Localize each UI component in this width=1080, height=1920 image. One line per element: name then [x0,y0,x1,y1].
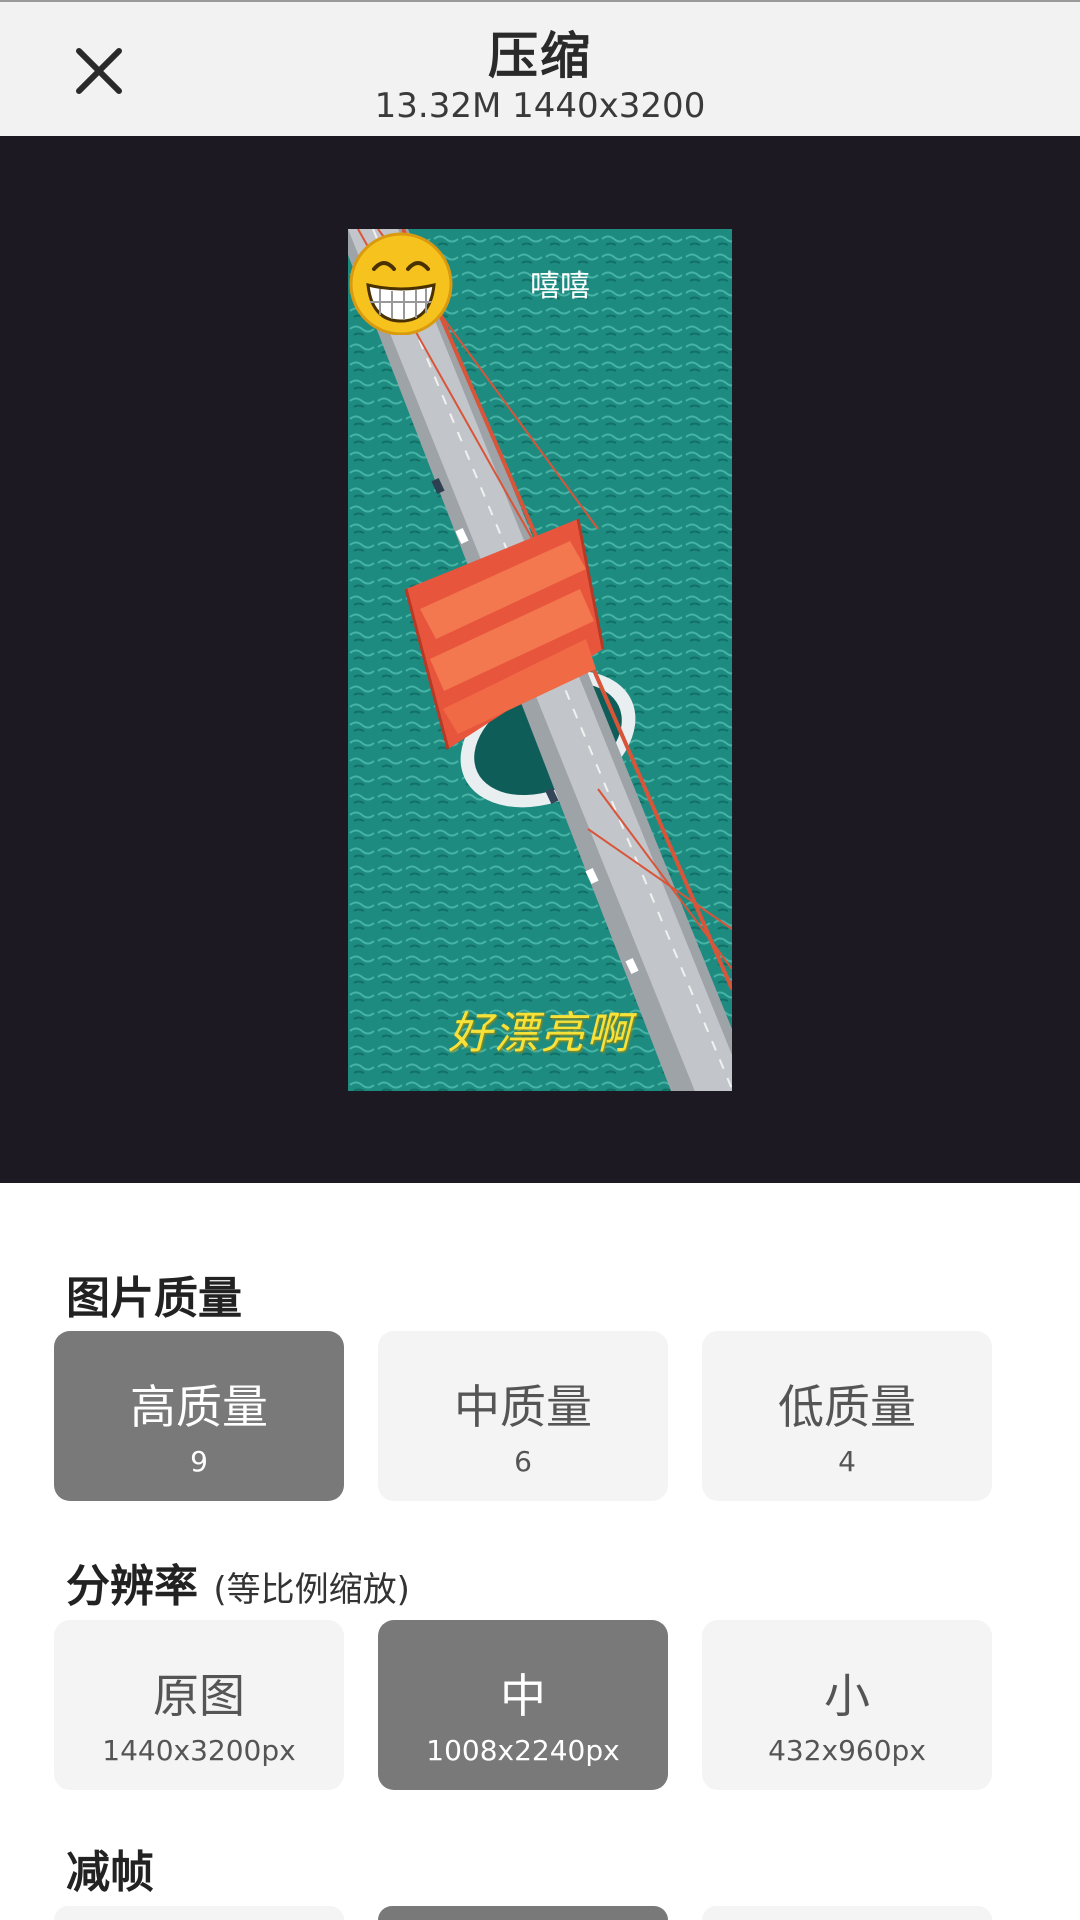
resolution-title-text: 分辨率 [66,1561,198,1612]
resolution-option-value: 1440x3200px [102,1734,296,1767]
framerate-option-2[interactable] [378,1906,668,1920]
resolution-option-medium[interactable]: 中 1008x2240px [378,1620,668,1790]
quality-option-label: 中质量 [454,1380,592,1434]
framerate-section-title: 减帧 [66,1847,154,1898]
resolution-option-original[interactable]: 原图 1440x3200px [54,1620,344,1790]
preview-area: 嘻嘻 好漂亮啊 [0,136,1080,1183]
header: 压缩 13.32M 1440x3200 [0,2,1080,136]
quality-option-low[interactable]: 低质量 4 [702,1331,992,1501]
bridge-photo [348,229,732,1091]
framerate-option-3[interactable] [702,1906,992,1920]
resolution-option-small[interactable]: 小 432x960px [702,1620,992,1790]
quality-option-value: 4 [838,1445,856,1478]
framerate-option-1[interactable] [54,1906,344,1920]
quality-option-label: 高质量 [130,1380,268,1434]
quality-option-medium[interactable]: 中质量 6 [378,1331,668,1501]
page-title: 压缩 [488,27,592,85]
caption-bottom: 好漂亮啊 [448,1008,632,1059]
quality-option-high[interactable]: 高质量 9 [54,1331,344,1501]
resolution-option-label: 小 [824,1669,870,1723]
file-info: 13.32M 1440x3200 [374,86,706,126]
quality-option-value: 6 [514,1445,532,1478]
resolution-option-value: 432x960px [768,1734,926,1767]
quality-option-label: 低质量 [778,1380,916,1434]
quality-section-title: 图片质量 [66,1273,242,1324]
resolution-note: (等比例缩放) [213,1570,410,1610]
resolution-section-title: 分辨率 (等比例缩放) [66,1550,410,1614]
resolution-option-label: 原图 [153,1669,245,1723]
preview-image: 嘻嘻 好漂亮啊 [348,229,732,1091]
resolution-option-value: 1008x2240px [426,1734,620,1767]
grinning-face-icon [349,232,453,335]
quality-option-value: 9 [190,1445,208,1478]
resolution-option-label: 中 [500,1669,546,1723]
